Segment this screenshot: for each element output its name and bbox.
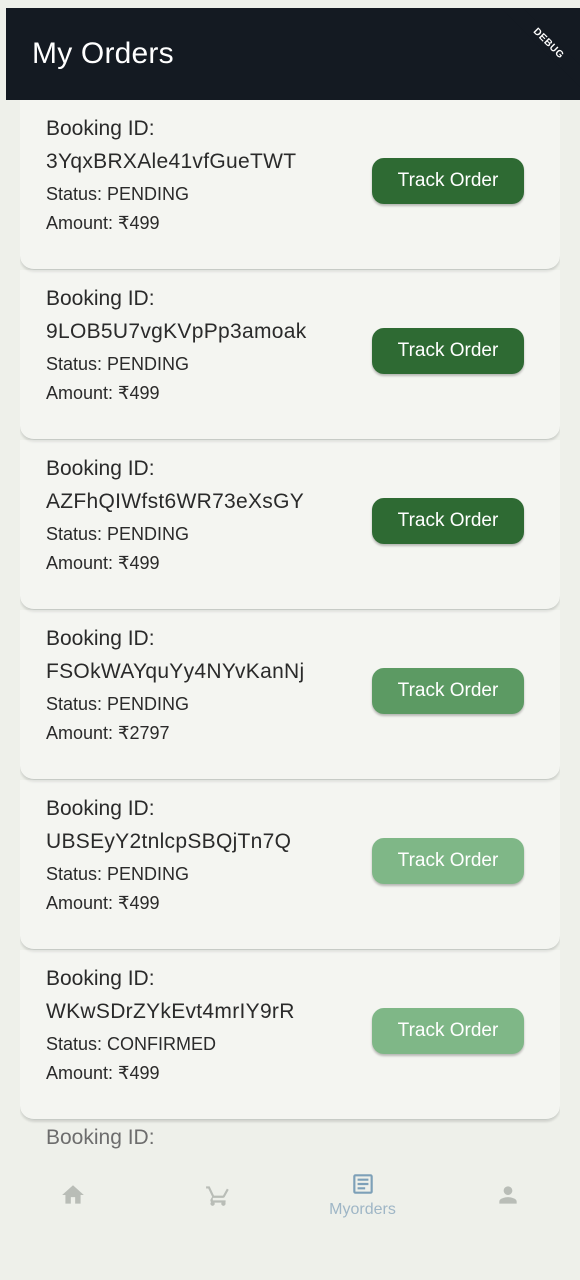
track-order-button[interactable]: Track Order	[372, 838, 524, 884]
order-info: Booking ID: 9LOB5U7vgKVpPp3amoak Status:…	[46, 284, 307, 408]
booking-id-label: Booking ID:	[46, 627, 155, 650]
nav-myorders-label: Myorders	[329, 1201, 396, 1218]
order-info: Booking ID: FSOkWAYquYy4NYvKanNj Status:…	[46, 624, 305, 748]
order-card: Booking ID: 3YqxBRXAle41vfGueTWT Status:…	[20, 100, 560, 270]
order-amount: Amount: ₹499	[46, 893, 160, 913]
booking-id-label: Booking ID:	[46, 287, 155, 310]
order-amount: Amount: ₹499	[46, 1063, 160, 1083]
order-info: Booking ID: AZFhQIWfst6WR73eXsGY Status:…	[46, 454, 304, 578]
order-card: Booking ID: WKwSDrZYkEvt4mrIY9rR Status:…	[20, 950, 560, 1120]
track-order-button[interactable]: Track Order	[372, 158, 524, 204]
home-icon	[61, 1185, 84, 1204]
track-order-button[interactable]: Track Order	[372, 328, 524, 374]
order-card: Booking ID: UBSEyY2tnlcpSBQjTn7Q Status:…	[20, 780, 560, 950]
bottom-navigation: Myorders	[0, 1160, 580, 1230]
order-info: Booking ID: UBSEyY2tnlcpSBQjTn7Q Status:…	[46, 794, 291, 918]
booking-id-value: WKwSDrZYkEvt4mrIY9rR	[46, 1000, 295, 1023]
order-amount: Amount: ₹499	[46, 383, 160, 403]
booking-id-value: FSOkWAYquYy4NYvKanNj	[46, 660, 305, 683]
page-title: My Orders	[32, 37, 174, 70]
order-amount: Amount: ₹499	[46, 553, 160, 573]
order-amount: Amount: ₹2797	[46, 723, 170, 743]
booking-id-label: Booking ID:	[46, 967, 155, 990]
order-status: Status: PENDING	[46, 694, 190, 714]
order-status: Status: PENDING	[46, 864, 190, 884]
nav-home[interactable]	[13, 1182, 133, 1208]
booking-id-value: 9LOB5U7vgKVpPp3amoak	[46, 320, 307, 343]
debug-banner: DEBUG	[499, 8, 580, 93]
order-status: Status: PENDING	[46, 524, 190, 544]
order-card: Booking ID: FSOkWAYquYy4NYvKanNj Status:…	[20, 610, 560, 780]
order-amount: Amount: ₹499	[46, 213, 160, 233]
nav-profile[interactable]	[448, 1182, 568, 1208]
person-icon	[498, 1186, 517, 1204]
booking-id-label: Booking ID:	[46, 117, 155, 140]
track-order-button[interactable]: Track Order	[372, 1008, 524, 1054]
order-card: Booking ID: AZFhQIWfst6WR73eXsGY Status:…	[20, 440, 560, 610]
track-order-button[interactable]: Track Order	[372, 668, 524, 714]
order-status: Status: CONFIRMED	[46, 1034, 217, 1054]
booking-id-label: Booking ID:	[46, 457, 155, 480]
order-status: Status: PENDING	[46, 184, 190, 204]
app-bar: My Orders DEBUG	[6, 8, 580, 100]
order-status: Status: PENDING	[46, 354, 190, 374]
booking-id-label: Booking ID:	[46, 797, 155, 820]
nav-cart[interactable]	[158, 1182, 278, 1208]
track-order-button[interactable]: Track Order	[372, 498, 524, 544]
orders-list[interactable]: Booking ID: 3YqxBRXAle41vfGueTWT Status:…	[20, 100, 560, 1170]
order-info: Booking ID: 3YqxBRXAle41vfGueTWT Status:…	[46, 114, 296, 238]
booking-id-value: AZFhQIWfst6WR73eXsGY	[46, 490, 305, 513]
order-card: Booking ID: 9LOB5U7vgKVpPp3amoak Status:…	[20, 270, 560, 440]
orders-icon	[352, 1174, 373, 1194]
cart-icon	[205, 1186, 229, 1206]
booking-id-value: 3YqxBRXAle41vfGueTWT	[46, 150, 297, 173]
booking-id-label: Booking ID:	[46, 1126, 155, 1149]
booking-id-value: UBSEyY2tnlcpSBQjTn7Q	[46, 830, 292, 853]
nav-myorders[interactable]: Myorders	[303, 1171, 423, 1219]
order-info: Booking ID: WKwSDrZYkEvt4mrIY9rR Status:…	[46, 964, 295, 1088]
